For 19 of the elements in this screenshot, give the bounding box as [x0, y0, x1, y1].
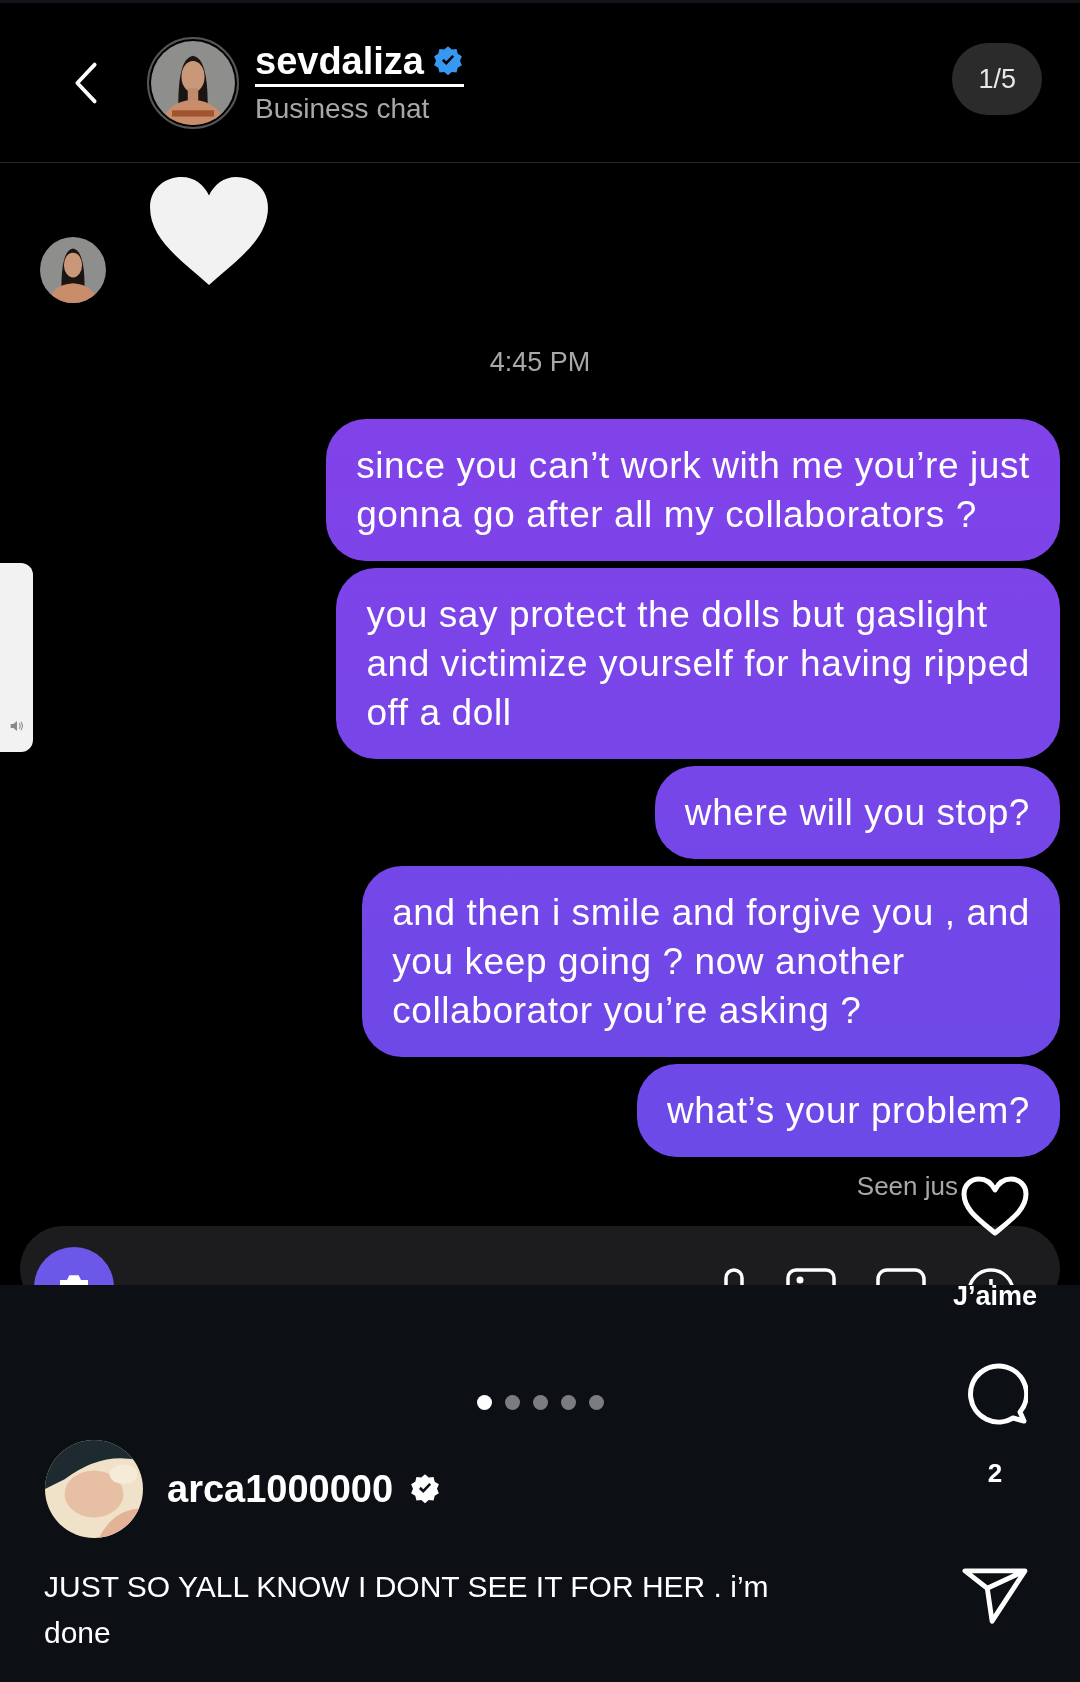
author-name[interactable]: arca1000000 — [167, 1467, 394, 1511]
heart-emoji-icon — [148, 175, 270, 287]
comment-count: 2 — [987, 1458, 1003, 1489]
post-caption: JUST SO YALL KNOW I DONT SEE IT FOR HER . i’m done — [44, 1569, 770, 1651]
like-icon[interactable] — [960, 1175, 1030, 1237]
message-bubble: what’s your problem? — [637, 1064, 1060, 1157]
chat-subtitle: Business chat — [255, 93, 431, 125]
send-icon[interactable] — [961, 1565, 1029, 1625]
message-bubble: where will you stop? — [654, 766, 1060, 859]
speaker-icon — [9, 720, 24, 732]
seen-status: Seen jus — [856, 1171, 958, 1202]
page-counter: 1/5 — [952, 43, 1042, 115]
like-label: J’aime — [952, 1283, 1038, 1310]
timestamp: 4:45 PM — [489, 346, 591, 378]
contact-name[interactable]: sevdaliza — [255, 40, 424, 82]
message-bubble: since you can’t work with me you’re just gonna go after all my collaborators ? — [326, 419, 1060, 561]
back-icon[interactable] — [73, 60, 99, 105]
message-bubble: you say protect the dolls but gaslight and victimize yourself for having ripped off a doll — [336, 568, 1060, 759]
message-bubble: and then i smile and forgive you , and you keep going ? now another collaborator you’re asking ? — [362, 866, 1060, 1057]
